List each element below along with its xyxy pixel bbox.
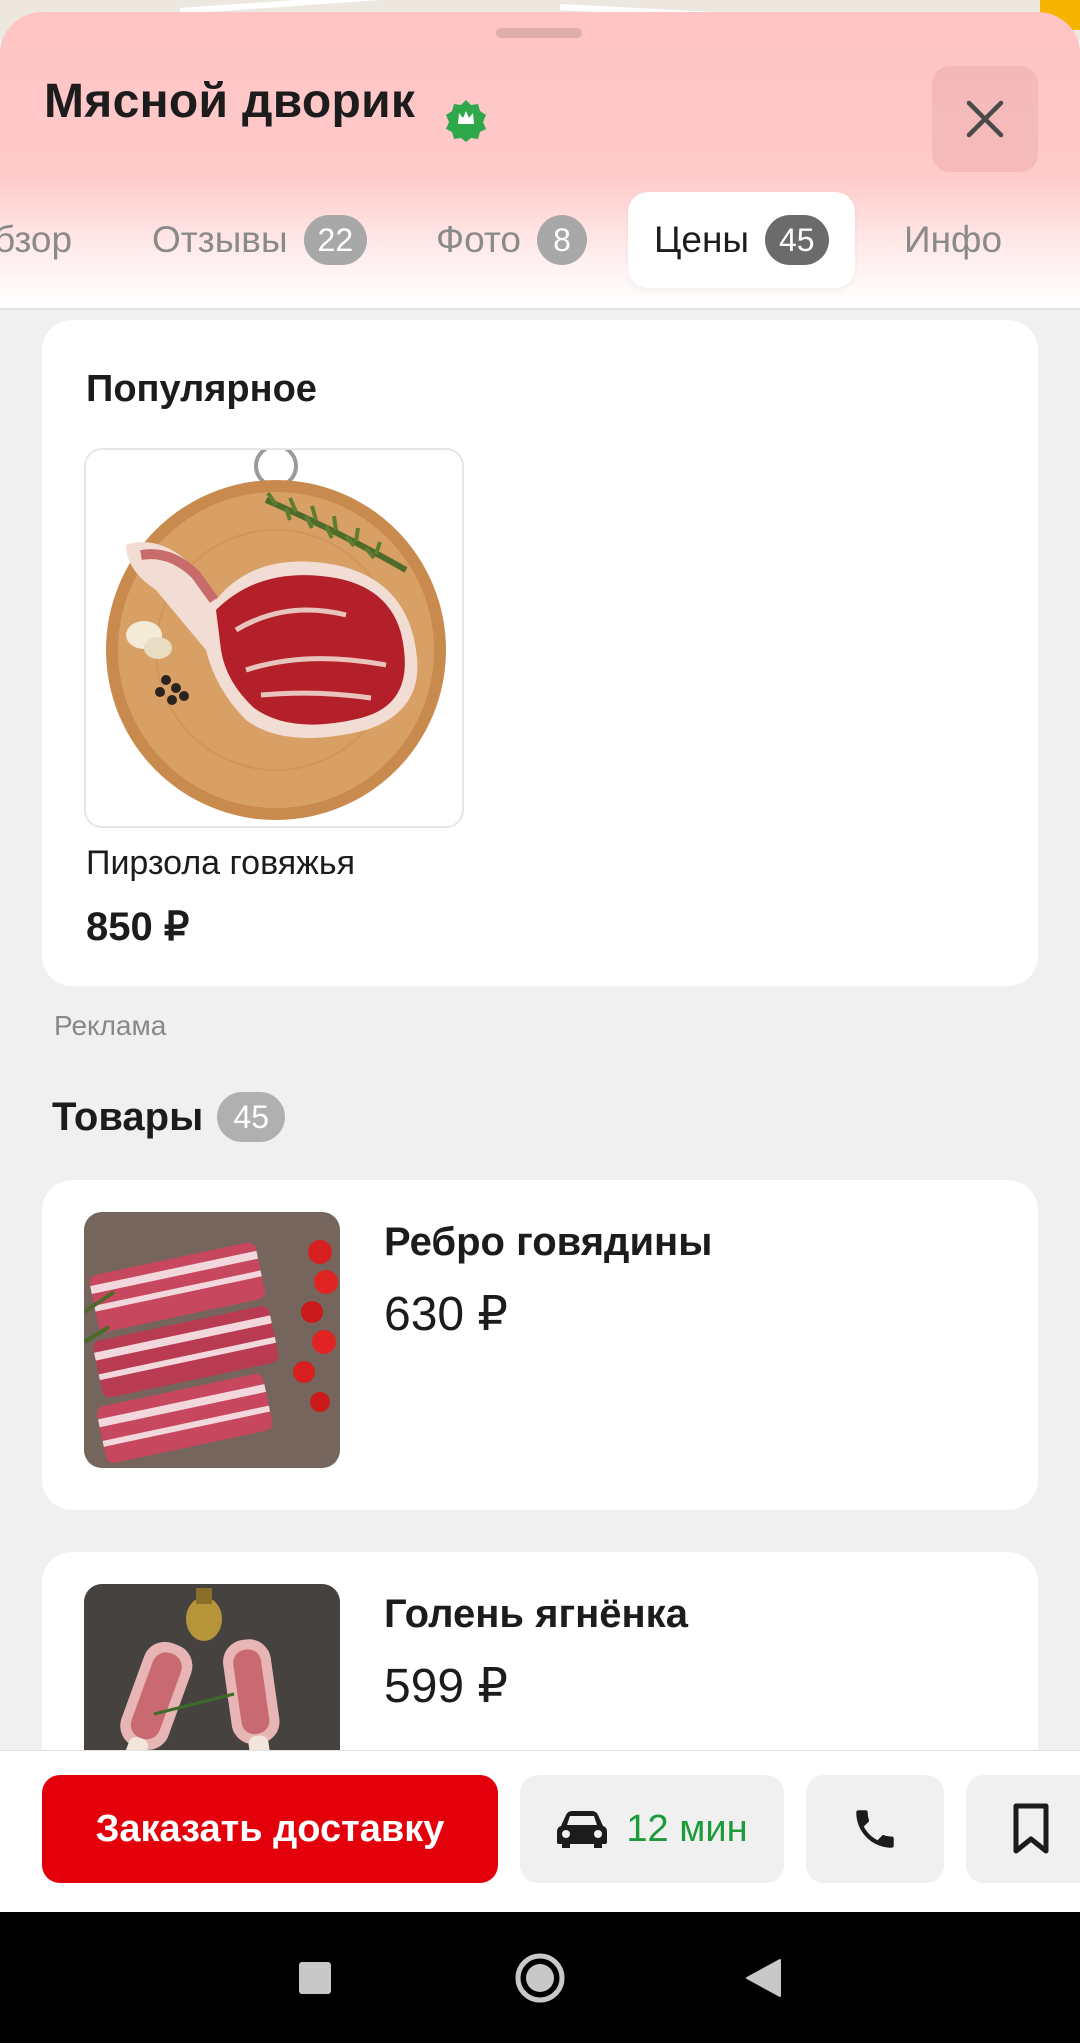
close-button[interactable] bbox=[932, 66, 1038, 172]
recents-button[interactable] bbox=[280, 1912, 350, 2043]
triangle-back-icon bbox=[746, 1958, 781, 1997]
circle-home-icon bbox=[515, 1953, 565, 2002]
tab-label: Фото bbox=[436, 219, 522, 260]
product-price: 630 ₽ bbox=[384, 1288, 508, 1341]
tab-label: Цены bbox=[654, 219, 749, 260]
tab-info[interactable]: Инфо bbox=[904, 192, 1002, 288]
place-title: Мясной дворик bbox=[44, 75, 416, 128]
delivery-eta-text: 12 мин bbox=[626, 1807, 748, 1850]
popular-section: Популярное Пирзола говяжья 850 ₽ bbox=[42, 320, 1038, 986]
tab-count-badge: 45 bbox=[764, 215, 829, 265]
bookmark-button[interactable] bbox=[966, 1775, 1080, 1883]
order-delivery-button[interactable]: Заказать доставку bbox=[42, 1775, 498, 1883]
product-name: Голень ягнёнка bbox=[384, 1592, 688, 1636]
delivery-eta-button[interactable]: 12 мин bbox=[520, 1775, 784, 1883]
bookmark-icon bbox=[1013, 1803, 1049, 1854]
tab-prices[interactable]: Цены 45 bbox=[628, 192, 855, 288]
goods-title-text: Товары bbox=[52, 1094, 204, 1139]
close-icon bbox=[966, 100, 1004, 138]
tab-label: Инфо bbox=[904, 219, 1003, 260]
section-title-goods: Товары 45 bbox=[52, 1092, 286, 1142]
back-button[interactable] bbox=[728, 1912, 798, 2043]
product-card[interactable]: Ребро говядины 630 ₽ bbox=[42, 1180, 1038, 1510]
home-button[interactable] bbox=[505, 1912, 575, 2043]
system-navigation-bar bbox=[0, 1912, 1080, 2043]
section-title-popular: Популярное bbox=[86, 368, 317, 410]
tab-count-badge: 8 bbox=[537, 215, 588, 265]
tab-count-badge: 22 bbox=[303, 215, 368, 265]
screen: Мясной дворик бзор Отзывы 22 Фото 8 Цены bbox=[0, 0, 1080, 2043]
car-icon bbox=[557, 1811, 608, 1848]
beef-ribs-photo bbox=[84, 1212, 340, 1468]
square-icon bbox=[299, 1961, 331, 1994]
verified-badge-icon bbox=[446, 100, 486, 142]
product-name: Ребро говядины bbox=[384, 1220, 713, 1264]
product-price: 599 ₽ bbox=[384, 1660, 508, 1713]
ad-label: Реклама bbox=[54, 1010, 167, 1041]
popular-item-price: 850 ₽ bbox=[86, 905, 190, 949]
phone-icon bbox=[856, 1810, 894, 1848]
tab-label: бзор bbox=[0, 219, 73, 260]
bottom-action-bar: Заказать доставку 12 мин bbox=[0, 1750, 1080, 1912]
popular-item-image[interactable] bbox=[84, 448, 464, 828]
tab-photos[interactable]: Фото 8 bbox=[436, 192, 588, 288]
product-image[interactable] bbox=[84, 1212, 340, 1468]
popular-item-name[interactable]: Пирзола говяжья bbox=[86, 844, 355, 883]
call-button[interactable] bbox=[806, 1775, 944, 1883]
tab-label: Отзывы bbox=[152, 219, 288, 260]
beef-steak-photo bbox=[86, 450, 462, 826]
tab-reviews[interactable]: Отзывы 22 bbox=[152, 192, 368, 288]
place-sheet-header: Мясной дворик бзор Отзывы 22 Фото 8 Цены bbox=[0, 12, 1080, 310]
tab-bar: бзор Отзывы 22 Фото 8 Цены 45 Инфо bbox=[0, 192, 1080, 292]
header-divider bbox=[0, 308, 1080, 310]
tab-overview[interactable]: бзор bbox=[0, 192, 72, 288]
sheet-grabber[interactable] bbox=[496, 28, 582, 38]
goods-count-badge: 45 bbox=[217, 1092, 286, 1142]
